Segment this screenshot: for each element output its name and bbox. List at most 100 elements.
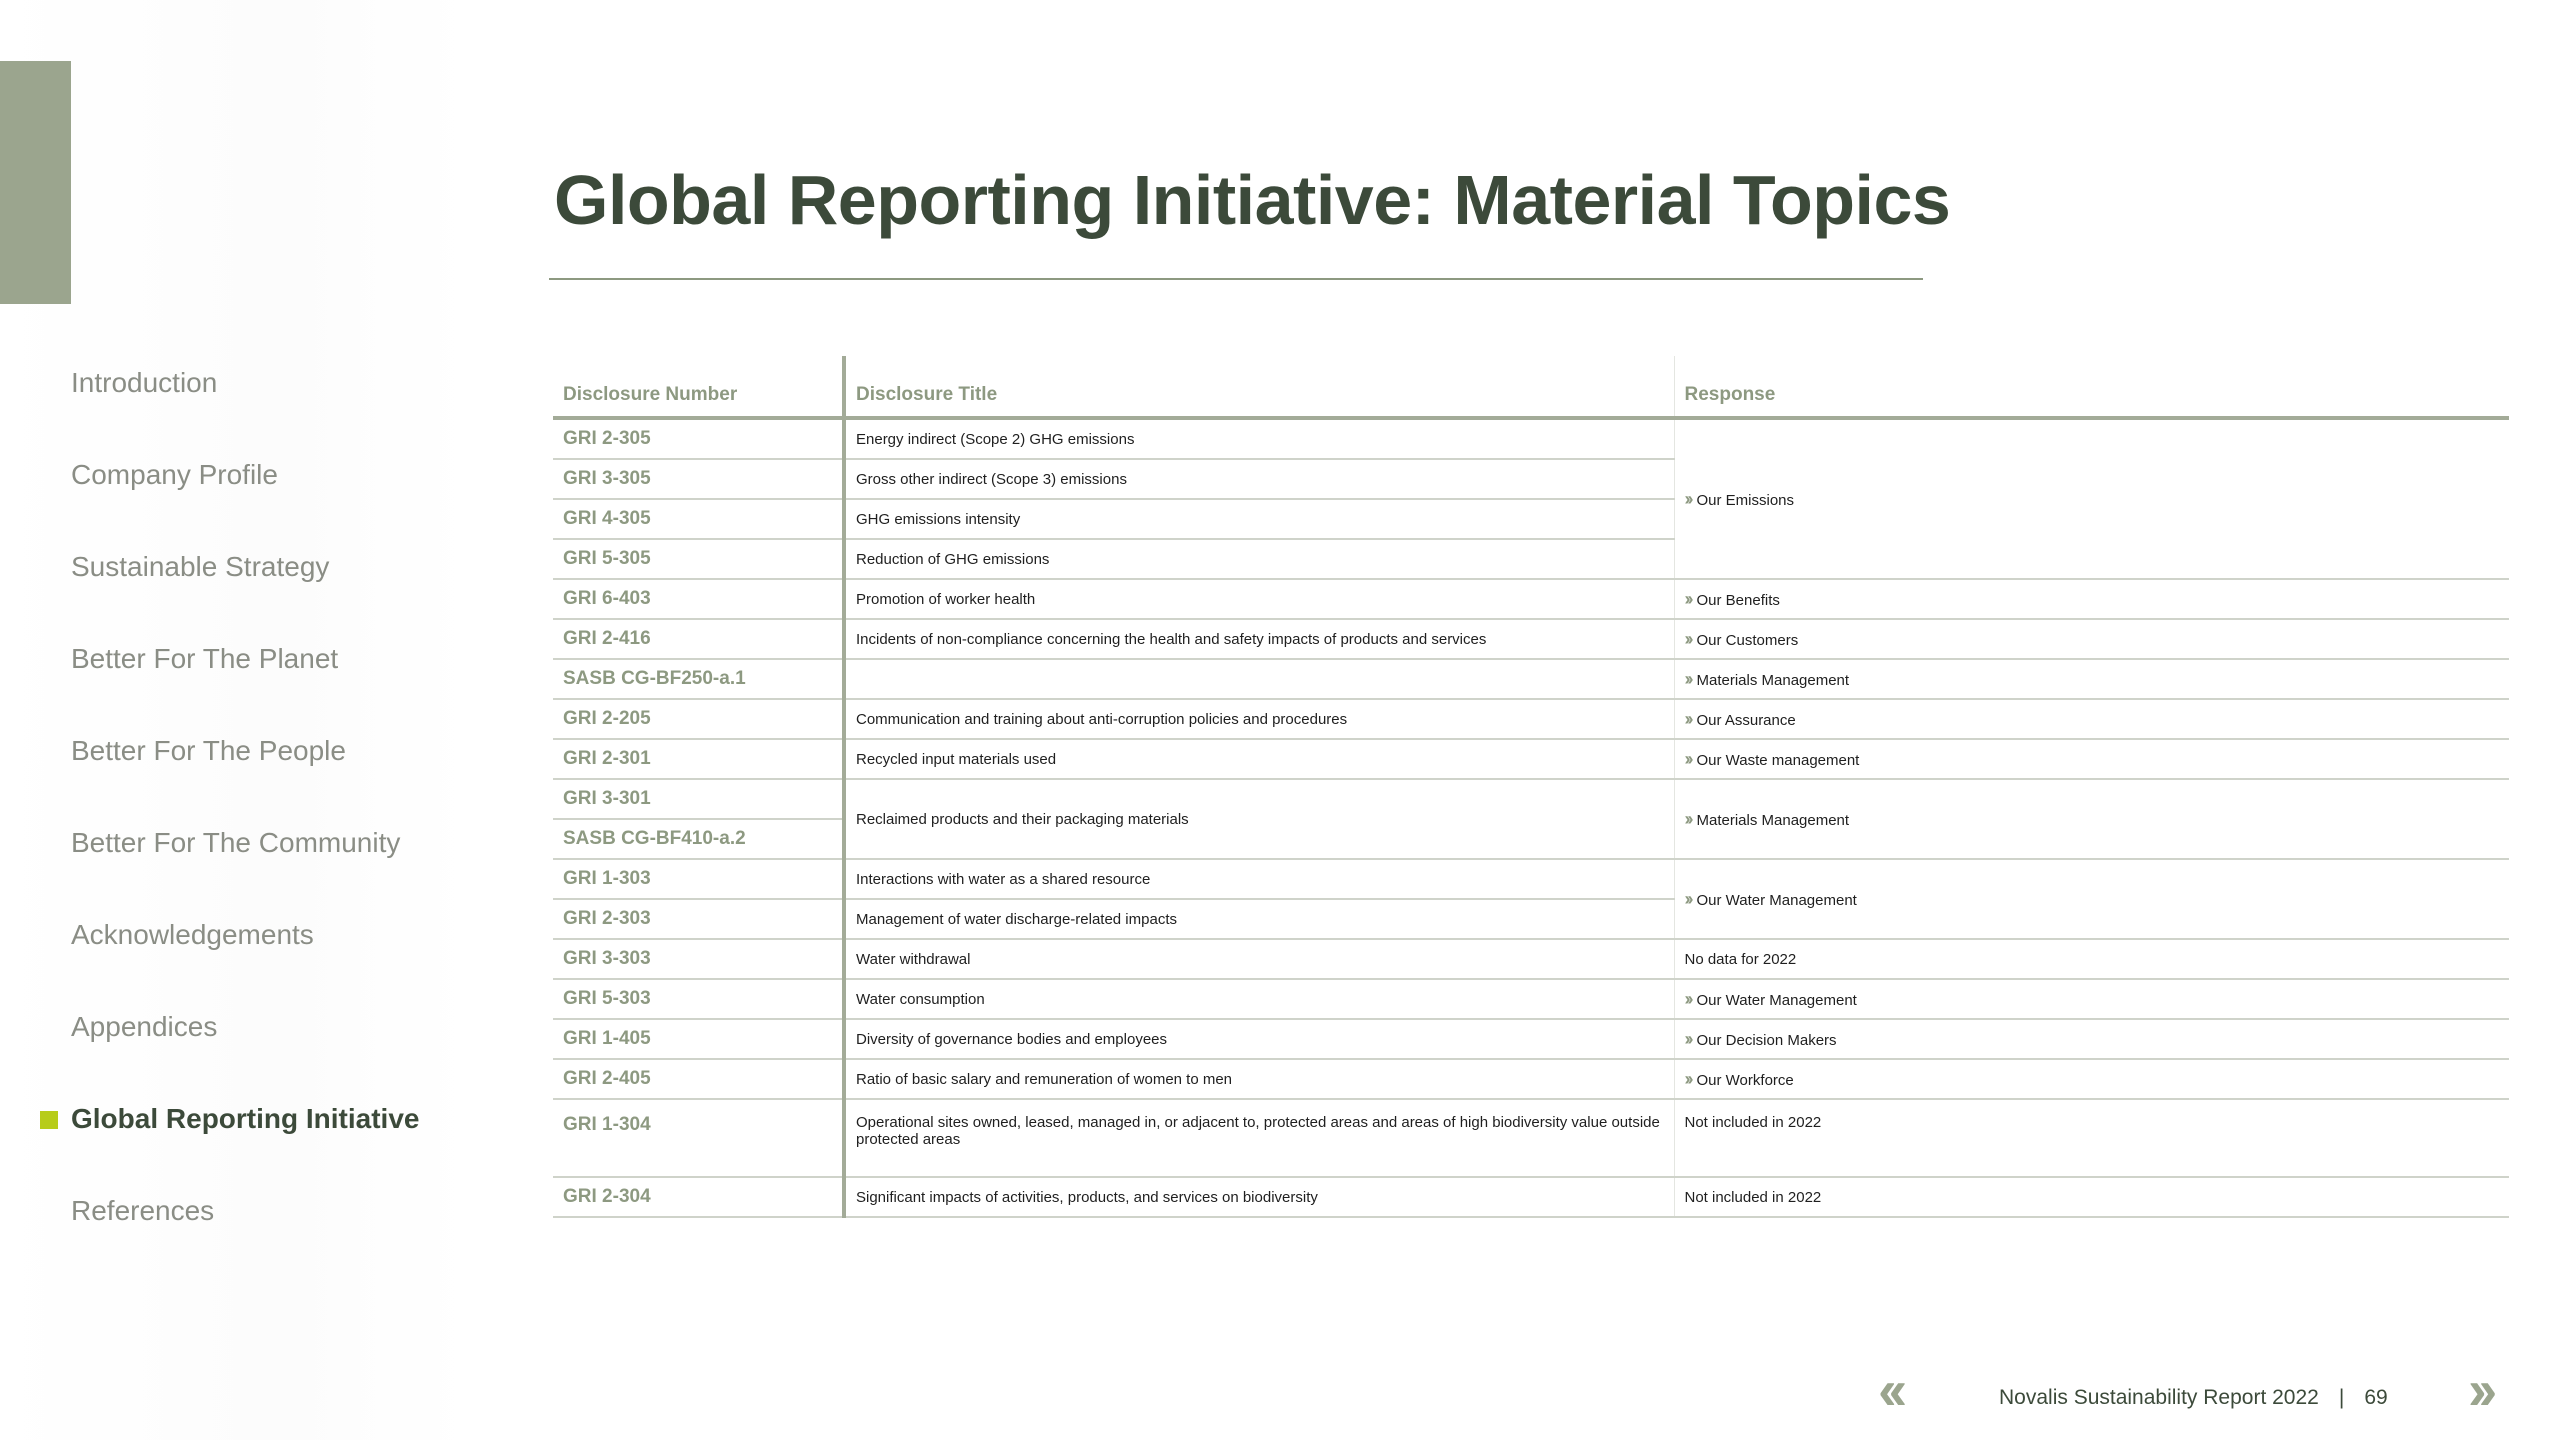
response-cell: No data for 2022 xyxy=(1673,939,2509,980)
disclosure-number: GRI 2-304 xyxy=(553,1177,844,1218)
response-cell: ›› Materials Management xyxy=(1673,659,2509,700)
next-page-button[interactable]: ›› xyxy=(2468,1362,2497,1418)
double-chevron-right-icon: ›› xyxy=(1684,808,1694,829)
response-link[interactable]: ›› Our Customers xyxy=(1684,628,1799,649)
disclosure-number: GRI 1-303 xyxy=(553,859,844,900)
gri-table: Disclosure Number Disclosure Title Respo… xyxy=(553,356,2509,1218)
double-chevron-right-icon: ›› xyxy=(1684,888,1694,909)
sidebar-nav: Introduction Company Profile Sustainable… xyxy=(0,358,470,1278)
table-row: GRI 2-205 Communication and training abo… xyxy=(553,699,2509,740)
disclosure-title: Reduction of GHG emissions xyxy=(842,539,1674,580)
disclosure-title: Water consumption xyxy=(842,979,1674,1020)
response-cell: ›› Materials Management xyxy=(1673,779,2509,860)
disclosure-number: GRI 2-303 xyxy=(553,899,844,940)
response-link[interactable]: ›› Materials Management xyxy=(1684,668,1850,689)
response-label: Materials Management xyxy=(1696,671,1850,689)
response-cell: ›› Our Assurance xyxy=(1673,699,2509,740)
nav-item-label: Introduction xyxy=(71,367,218,398)
footer: Novalis Sustainability Report 2022 | 69 xyxy=(1999,1386,2388,1410)
disclosure-title: Significant impacts of activities, produ… xyxy=(842,1177,1674,1218)
disclosure-title: Promotion of worker health xyxy=(842,579,1674,620)
nav-item-sustainable-strategy[interactable]: Sustainable Strategy xyxy=(0,542,470,634)
nav-item-acknowledgements[interactable]: Acknowledgements xyxy=(0,910,470,1002)
table-row: SASB CG-BF250-a.1 ›› Materials Management xyxy=(553,659,2509,700)
nav-item-label: Global Reporting Initiative xyxy=(71,1103,420,1134)
response-cell: ›› Our Water Management xyxy=(1673,979,2509,1020)
disclosure-title: GHG emissions intensity xyxy=(842,499,1674,540)
table-row: GRI 2-405 Ratio of basic salary and remu… xyxy=(553,1059,2509,1100)
double-chevron-right-icon: ›› xyxy=(1684,628,1694,649)
nav-item-introduction[interactable]: Introduction xyxy=(0,358,470,450)
disclosure-title: Interactions with water as a shared reso… xyxy=(842,859,1674,900)
table-row: GRI 2-304 Significant impacts of activit… xyxy=(553,1177,2509,1218)
response-label: Our Emissions xyxy=(1696,491,1795,509)
response-link[interactable]: ›› Materials Management xyxy=(1684,808,1850,829)
response-label: Our Waste management xyxy=(1696,751,1860,769)
table-row: GRI 1-303 Interactions with water as a s… xyxy=(553,859,2509,940)
nav-item-label: References xyxy=(71,1195,215,1226)
disclosure-number: GRI 2-301 xyxy=(553,739,844,780)
disclosure-number: GRI 2-405 xyxy=(553,1059,844,1100)
disclosure-title: Management of water discharge-related im… xyxy=(842,899,1674,940)
response-link[interactable]: ›› Our Water Management xyxy=(1684,888,1857,909)
response-cell: ›› Our Waste management xyxy=(1673,739,2509,780)
response-label: Our Water Management xyxy=(1696,991,1857,1009)
table-row: GRI 1-304 Operational sites owned, lease… xyxy=(553,1099,2509,1178)
disclosure-title: Incidents of non-compliance concerning t… xyxy=(842,619,1674,660)
response-link[interactable]: ›› Our Decision Makers xyxy=(1685,1029,1837,1049)
table-row: GRI 1-405 Diversity of governance bodies… xyxy=(553,1019,2509,1060)
nav-item-global-reporting-initiative[interactable]: Global Reporting Initiative xyxy=(0,1094,470,1186)
response-link[interactable]: ›› Our Benefits xyxy=(1685,589,1780,609)
active-marker-icon xyxy=(40,1111,58,1129)
disclosure-number: GRI 1-405 xyxy=(553,1019,844,1060)
disclosure-title: Gross other indirect (Scope 3) emissions xyxy=(842,459,1674,500)
disclosure-number: GRI 3-305 xyxy=(553,459,844,500)
disclosure-title: Reclaimed products and their packaging m… xyxy=(842,779,1674,860)
double-chevron-right-icon: ›› xyxy=(1684,668,1694,689)
response-cell: ›› Our Workforce xyxy=(1673,1059,2509,1100)
response-link[interactable]: ›› Our Workforce xyxy=(1685,1069,1794,1089)
nav-item-label: Better For The Planet xyxy=(71,643,339,674)
response-cell: Not included in 2022 xyxy=(1673,1177,2509,1218)
disclosure-number: GRI 4-305 xyxy=(553,499,844,540)
nav-item-better-for-the-planet[interactable]: Better For The Planet xyxy=(0,634,470,726)
response-cell: ›› Our Water Management xyxy=(1673,859,2509,940)
disclosure-number: GRI 3-303 xyxy=(553,939,844,980)
nav-item-better-for-the-community[interactable]: Better For The Community xyxy=(0,818,470,910)
disclosure-number: GRI 2-205 xyxy=(553,699,844,740)
column-header-disclosure-title: Disclosure Title xyxy=(842,356,1674,420)
response-link[interactable]: ›› Our Assurance xyxy=(1685,709,1796,729)
disclosure-title: Communication and training about anti-co… xyxy=(842,699,1674,740)
double-chevron-left-icon: ‹‹ xyxy=(1878,1358,1907,1421)
title-divider xyxy=(549,278,1923,280)
double-chevron-right-icon: ›› xyxy=(1684,748,1694,769)
nav-item-appendices[interactable]: Appendices xyxy=(0,1002,470,1094)
response-link[interactable]: ›› Our Water Management xyxy=(1685,989,1857,1009)
nav-item-label: Acknowledgements xyxy=(71,919,314,950)
disclosure-title: Energy indirect (Scope 2) GHG emissions xyxy=(842,418,1674,460)
previous-page-button[interactable]: ‹‹ xyxy=(1878,1362,1907,1418)
response-label: Our Benefits xyxy=(1696,591,1780,609)
table-row: GRI 5-303 Water consumption ›› Our Water … xyxy=(553,979,2509,1020)
response-link[interactable]: ›› Our Emissions xyxy=(1685,489,1795,509)
disclosure-number: GRI 5-303 xyxy=(553,979,844,1020)
nav-item-company-profile[interactable]: Company Profile xyxy=(0,450,470,542)
page-title: Global Reporting Initiative: Material To… xyxy=(554,161,1951,239)
disclosure-title: Recycled input materials used xyxy=(842,739,1674,780)
report-name: Novalis Sustainability Report 2022 xyxy=(1999,1386,2319,1409)
response-label: Our Customers xyxy=(1696,631,1799,649)
response-cell: Not included in 2022 xyxy=(1673,1099,2509,1178)
table-row: GRI 3-301 Reclaimed products and their p… xyxy=(553,779,2509,860)
disclosure-number: GRI 2-416 xyxy=(553,619,844,660)
column-header-disclosure-number: Disclosure Number xyxy=(553,356,844,420)
table-header-row: Disclosure Number Disclosure Title Respo… xyxy=(553,356,2509,420)
nav-item-references[interactable]: References xyxy=(0,1186,470,1278)
page-number: 69 xyxy=(2364,1386,2388,1409)
response-link[interactable]: ›› Our Waste management xyxy=(1684,748,1860,769)
nav-item-label: Better For The People xyxy=(71,735,346,766)
table-row: GRI 2-305 Energy indirect (Scope 2) GHG … xyxy=(553,418,2509,580)
disclosure-title: Operational sites owned, leased, managed… xyxy=(842,1099,1674,1178)
nav-item-better-for-the-people[interactable]: Better For The People xyxy=(0,726,470,818)
response-label: Our Water Management xyxy=(1696,891,1857,909)
response-label: Our Workforce xyxy=(1696,1071,1794,1089)
